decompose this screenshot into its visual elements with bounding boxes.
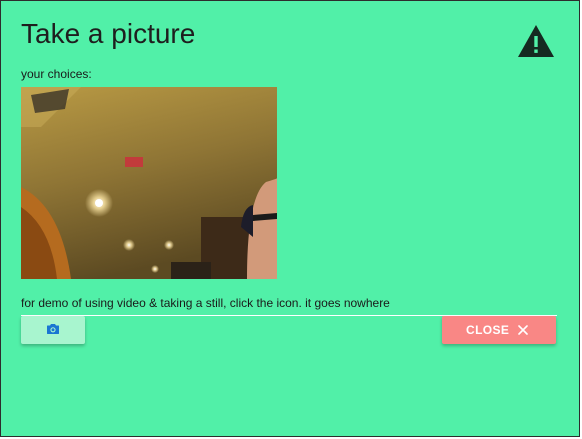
demo-instructions: for demo of using video & taking a still…: [21, 296, 390, 310]
dialog-title: Take a picture: [21, 18, 196, 49]
close-button[interactable]: CLOSE: [442, 316, 556, 344]
choices-label: your choices:: [21, 67, 92, 81]
captured-photo: [21, 87, 277, 279]
camera-icon: [47, 324, 59, 334]
close-button-label: CLOSE: [466, 323, 510, 337]
take-picture-dialog: Take a picture your choices: for demo of…: [0, 0, 580, 437]
warning-icon: [518, 25, 554, 57]
take-picture-button[interactable]: [21, 316, 85, 344]
close-icon: [518, 325, 528, 335]
